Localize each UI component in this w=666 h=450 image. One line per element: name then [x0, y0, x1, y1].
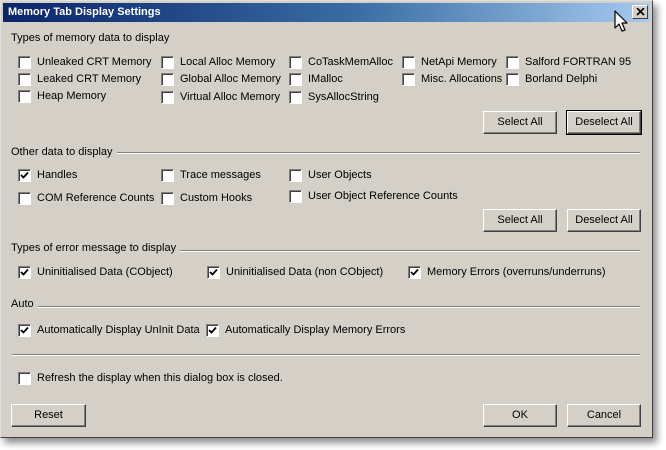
checkbox-box[interactable] [18, 372, 31, 385]
checkbox-label: User Objects [308, 169, 372, 181]
checkbox-label: Automatically Display Memory Errors [225, 324, 406, 336]
checkbox-label: IMalloc [308, 73, 343, 85]
checkbox-box[interactable] [18, 192, 31, 205]
close-icon [636, 8, 645, 16]
checkbox-box[interactable] [289, 190, 302, 203]
checkbox-box[interactable] [18, 73, 31, 86]
checkbox-box[interactable] [506, 73, 519, 86]
title-bar[interactable]: Memory Tab Display Settings [3, 3, 650, 22]
checkbox-box[interactable] [161, 91, 174, 104]
checkbox-box[interactable] [402, 73, 415, 86]
checkmark-icon [208, 326, 217, 334]
checkbox-box[interactable] [18, 56, 31, 69]
checkbox-label: Salford FORTRAN 95 [525, 56, 632, 68]
checkbox-box[interactable] [18, 169, 31, 182]
checkbox-label: NetApi Memory [421, 56, 497, 68]
checkbox-box[interactable] [408, 266, 421, 279]
separator-auto [12, 306, 640, 308]
checkbox-label: Automatically Display UnInit Data [37, 324, 200, 336]
checkbox-box[interactable] [161, 73, 174, 86]
checkbox-label: Memory Errors (overruns/underruns) [427, 266, 606, 278]
cancel-button[interactable]: Cancel [567, 404, 641, 427]
checkbox-label: Heap Memory [37, 90, 107, 102]
checkbox-label: Virtual Alloc Memory [180, 91, 281, 103]
memory-select-all-button[interactable]: Select All [483, 111, 557, 134]
checkbox-label: Global Alloc Memory [180, 73, 281, 85]
checkbox-label: COM Reference Counts [37, 192, 155, 204]
checkbox-box[interactable] [207, 266, 220, 279]
checkbox-label: Custom Hooks [180, 192, 253, 204]
other-deselect-all-button[interactable]: Deselect All [567, 209, 641, 232]
error-types-label: Types of error message to display [11, 242, 181, 254]
checkbox-box[interactable] [161, 56, 174, 69]
checkbox-label: Trace messages [180, 169, 261, 181]
checkmark-icon [20, 171, 29, 179]
separator-refresh [12, 354, 640, 356]
close-button[interactable] [632, 5, 648, 19]
checkbox-box[interactable] [289, 91, 302, 104]
checkbox-label: Unleaked CRT Memory [37, 56, 152, 68]
checkbox-box[interactable] [161, 169, 174, 182]
checkbox-box[interactable] [206, 324, 219, 337]
checkbox-label: Local Alloc Memory [180, 56, 276, 68]
checkbox-label: Misc. Allocations [421, 73, 503, 85]
checkmark-icon [20, 268, 29, 276]
checkmark-icon [20, 326, 29, 334]
checkbox-label: Handles [37, 169, 78, 181]
checkmark-icon [209, 268, 218, 276]
checkbox-label: Refresh the display when this dialog box… [37, 372, 283, 384]
checkbox-label: SysAllocString [308, 91, 379, 103]
checkbox-label: Uninitialised Data (non CObject) [226, 266, 384, 278]
checkbox-label: Borland Delphi [525, 73, 598, 85]
checkbox-box[interactable] [18, 266, 31, 279]
checkbox-box[interactable] [161, 192, 174, 205]
checkbox-box[interactable] [18, 90, 31, 103]
auto-label: Auto [11, 298, 38, 310]
memory-deselect-all-button[interactable]: Deselect All [566, 110, 642, 135]
checkbox-label: User Object Reference Counts [308, 190, 458, 202]
checkbox-label: Leaked CRT Memory [37, 73, 142, 85]
checkbox-box[interactable] [289, 169, 302, 182]
reset-button[interactable]: Reset [11, 404, 86, 427]
checkbox-box[interactable] [18, 324, 31, 337]
checkbox-box[interactable] [506, 56, 519, 69]
memory-tab-display-settings-dialog: Memory Tab Display Settings Types of mem… [0, 0, 653, 438]
other-select-all-button[interactable]: Select All [483, 209, 557, 232]
checkbox-box[interactable] [289, 73, 302, 86]
mouse-pointer-icon [614, 10, 628, 32]
checkbox-label: Uninitialised Data (CObject) [37, 266, 173, 278]
dialog-title: Memory Tab Display Settings [8, 6, 161, 18]
memory-types-label: Types of memory data to display [11, 32, 170, 44]
checkmark-icon [410, 268, 419, 276]
checkbox-box[interactable] [402, 56, 415, 69]
other-data-label: Other data to display [11, 146, 117, 158]
ok-button[interactable]: OK [483, 404, 557, 427]
checkbox-label: CoTaskMemAlloc [308, 56, 393, 68]
checkbox-box[interactable] [289, 56, 302, 69]
